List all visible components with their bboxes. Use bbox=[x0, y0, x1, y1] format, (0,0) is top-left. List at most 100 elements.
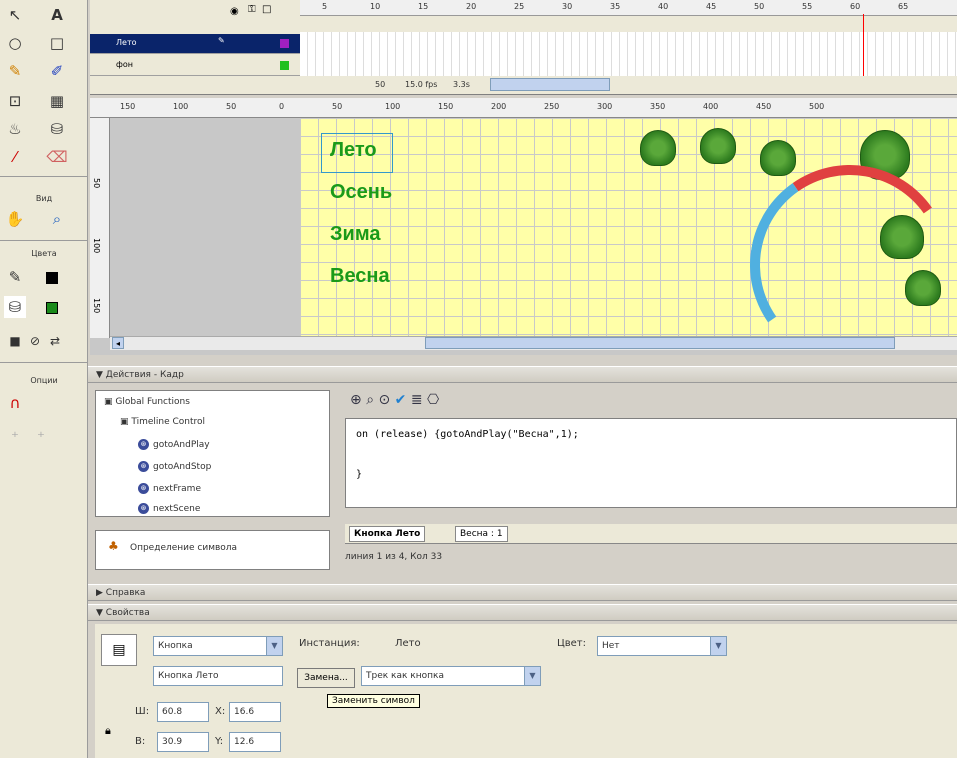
action-icon: ⊛ bbox=[138, 439, 149, 450]
timeline-statusbar: 50 15.0 fps 3.3s bbox=[305, 76, 957, 94]
fill-color-swatch[interactable] bbox=[46, 302, 58, 314]
action-item[interactable]: ⊛ nextScene bbox=[138, 503, 200, 514]
tree-group[interactable]: ▣ Timeline Control bbox=[120, 417, 205, 427]
actions-toolbox-list: ▣ Global Functions ▣ Timeline Control ⊛ g… bbox=[95, 390, 330, 517]
ruler-number: 450 bbox=[756, 102, 772, 111]
find-icon[interactable]: ⌕ bbox=[366, 392, 374, 408]
frame-number: 45 bbox=[706, 2, 717, 11]
tree-root[interactable]: ▣ Global Functions bbox=[104, 397, 190, 407]
zoom-tool-icon[interactable]: ⌕ bbox=[46, 208, 68, 230]
action-icon: ⊛ bbox=[138, 503, 149, 514]
layer-color-icon bbox=[280, 39, 289, 48]
action-icon: ⊛ bbox=[138, 461, 149, 472]
brush-tool-icon[interactable]: ✐ bbox=[46, 60, 68, 82]
symbol-definition-label: Определение символа bbox=[130, 543, 238, 553]
action-item[interactable]: ⊛ gotoAndStop bbox=[138, 461, 211, 472]
pencil-tool-icon[interactable]: ✎ bbox=[4, 60, 26, 82]
current-frame: 50 bbox=[375, 80, 386, 89]
frame-number: 55 bbox=[802, 2, 813, 11]
vertical-ruler: 50 100 150 bbox=[90, 118, 110, 338]
tooltip: Заменить символ bbox=[327, 694, 420, 708]
text-tool-icon[interactable]: A bbox=[46, 4, 68, 26]
black-white-icon[interactable]: ■ bbox=[4, 330, 26, 352]
action-item[interactable]: ⊛ gotoAndPlay bbox=[138, 439, 210, 450]
actions-panel-header[interactable]: ▼ Действия - Кадр bbox=[88, 366, 957, 383]
actions-toolbar: ⊕ ⌕ ⊙ ✔ ≣ ⎔ bbox=[350, 392, 439, 408]
colors-section-label: Цвета bbox=[31, 249, 57, 258]
help-panel-header[interactable]: ▶ Справка bbox=[88, 584, 957, 601]
scroll-left-icon[interactable]: ◂ bbox=[112, 337, 124, 349]
width-field[interactable]: 60.8 bbox=[157, 702, 209, 722]
track-mode-select[interactable]: Трек как кнопка ▼ bbox=[361, 666, 541, 686]
add-action-icon[interactable]: ⊕ bbox=[350, 392, 362, 408]
timeline-scrollbar[interactable] bbox=[490, 78, 610, 91]
layer-row-leto[interactable]: Лето ✎ bbox=[90, 34, 300, 54]
swap-colors-icon[interactable]: ⇄ bbox=[44, 330, 66, 352]
check-syntax-icon[interactable]: ✔ bbox=[395, 392, 407, 408]
actions-panel-title: Действия - Кадр bbox=[105, 370, 184, 380]
color-effect-select[interactable]: Нет ▼ bbox=[597, 636, 727, 656]
eye-icon[interactable]: ◉ bbox=[230, 6, 239, 17]
free-transform-tool-icon[interactable]: ⊡ bbox=[4, 90, 26, 112]
height-field[interactable]: 30.9 bbox=[157, 732, 209, 752]
symbol-definition-list[interactable]: ♣ Определение символа bbox=[95, 530, 330, 570]
scroll-thumb[interactable] bbox=[425, 337, 895, 349]
code-editor[interactable]: on (release) {gotoAndPlay("Весна",1); } bbox=[345, 418, 957, 508]
symbol-icon: ♣ bbox=[108, 539, 119, 553]
season-button-vesna[interactable]: Весна bbox=[330, 265, 390, 288]
swap-symbol-button[interactable]: Замена... bbox=[297, 668, 355, 688]
x-field[interactable]: 16.6 bbox=[229, 702, 281, 722]
properties-panel-header[interactable]: ▼ Свойства bbox=[88, 604, 957, 621]
subselect-tool-icon[interactable]: ↖ bbox=[4, 4, 26, 26]
instance-name-field[interactable]: Кнопка Лето bbox=[153, 666, 283, 686]
frame-number: 40 bbox=[658, 2, 669, 11]
stroke-color-swatch[interactable] bbox=[46, 272, 58, 284]
tab-vesna[interactable]: Весна : 1 bbox=[455, 526, 508, 542]
layer-name: фон bbox=[116, 60, 133, 69]
chevron-down-icon: ▼ bbox=[266, 637, 282, 655]
smooth-option-icon[interactable]: ⁺ bbox=[4, 426, 26, 448]
tab-knopka-leto[interactable]: Кнопка Лето bbox=[349, 526, 426, 542]
rectangle-tool-icon[interactable]: □ bbox=[46, 32, 68, 54]
season-button-osen[interactable]: Осень bbox=[330, 181, 392, 204]
eraser-tool-icon[interactable]: ⌫ bbox=[46, 146, 68, 168]
button-symbol-icon: ▤ bbox=[101, 634, 137, 666]
stage-hscroll[interactable]: ◂ bbox=[110, 336, 957, 350]
fill-transform-tool-icon[interactable]: ▦ bbox=[46, 90, 68, 112]
code-hint-icon[interactable]: ⎔ bbox=[427, 392, 439, 408]
season-button-zima[interactable]: Зима bbox=[330, 223, 380, 246]
book-icon: ▣ bbox=[120, 417, 132, 427]
frame-number: 50 bbox=[754, 2, 765, 11]
no-color-icon[interactable]: ⊘ bbox=[24, 330, 46, 352]
view-section-label: Вид bbox=[35, 194, 53, 203]
layer-row-fon[interactable]: фон bbox=[90, 56, 300, 76]
auto-format-icon[interactable]: ≣ bbox=[411, 392, 423, 408]
y-field[interactable]: 12.6 bbox=[229, 732, 281, 752]
frame-number: 60 bbox=[850, 2, 861, 11]
ink-bottle-tool-icon[interactable]: ♨ bbox=[4, 118, 26, 140]
width-label: Ш: bbox=[135, 706, 150, 717]
lock-icon[interactable]: ⚿ bbox=[248, 4, 256, 15]
season-button-leto[interactable]: Лето bbox=[330, 139, 377, 162]
stroke-color-icon[interactable]: ✎ bbox=[4, 266, 26, 288]
symbol-type-select[interactable]: Кнопка ▼ bbox=[153, 636, 283, 656]
paint-bucket-tool-icon[interactable]: ⛁ bbox=[46, 118, 68, 140]
action-item[interactable]: ⊛ nextFrame bbox=[138, 483, 201, 494]
hand-tool-icon[interactable]: ✋ bbox=[4, 208, 26, 230]
action-icon: ⊛ bbox=[138, 483, 149, 494]
lock-icon[interactable]: 🔒︎ bbox=[105, 724, 111, 738]
oval-tool-icon[interactable]: ○ bbox=[4, 32, 26, 54]
insert-target-path-icon[interactable]: ⊙ bbox=[378, 392, 390, 408]
frame-number: 5 bbox=[322, 2, 328, 11]
outline-icon[interactable]: □ bbox=[262, 4, 271, 15]
fill-color-icon[interactable]: ⛁ bbox=[4, 296, 26, 318]
playhead[interactable] bbox=[863, 14, 864, 76]
clover-decoration bbox=[700, 128, 736, 164]
timeline-panel: ◉ ⚿ □ 5 10 15 20 25 30 35 40 45 50 55 60 65 Лето ✎ ф… bbox=[90, 0, 957, 95]
frame-ruler[interactable]: 5 10 15 20 25 30 35 40 45 50 55 60 65 bbox=[300, 0, 957, 16]
snap-magnet-icon[interactable]: ∩ bbox=[4, 392, 26, 414]
frames-grid[interactable] bbox=[300, 32, 957, 76]
straighten-option-icon[interactable]: ⁺ bbox=[30, 426, 52, 448]
eyedropper-tool-icon[interactable]: ⁄ bbox=[4, 146, 26, 168]
clover-decoration bbox=[760, 140, 796, 176]
